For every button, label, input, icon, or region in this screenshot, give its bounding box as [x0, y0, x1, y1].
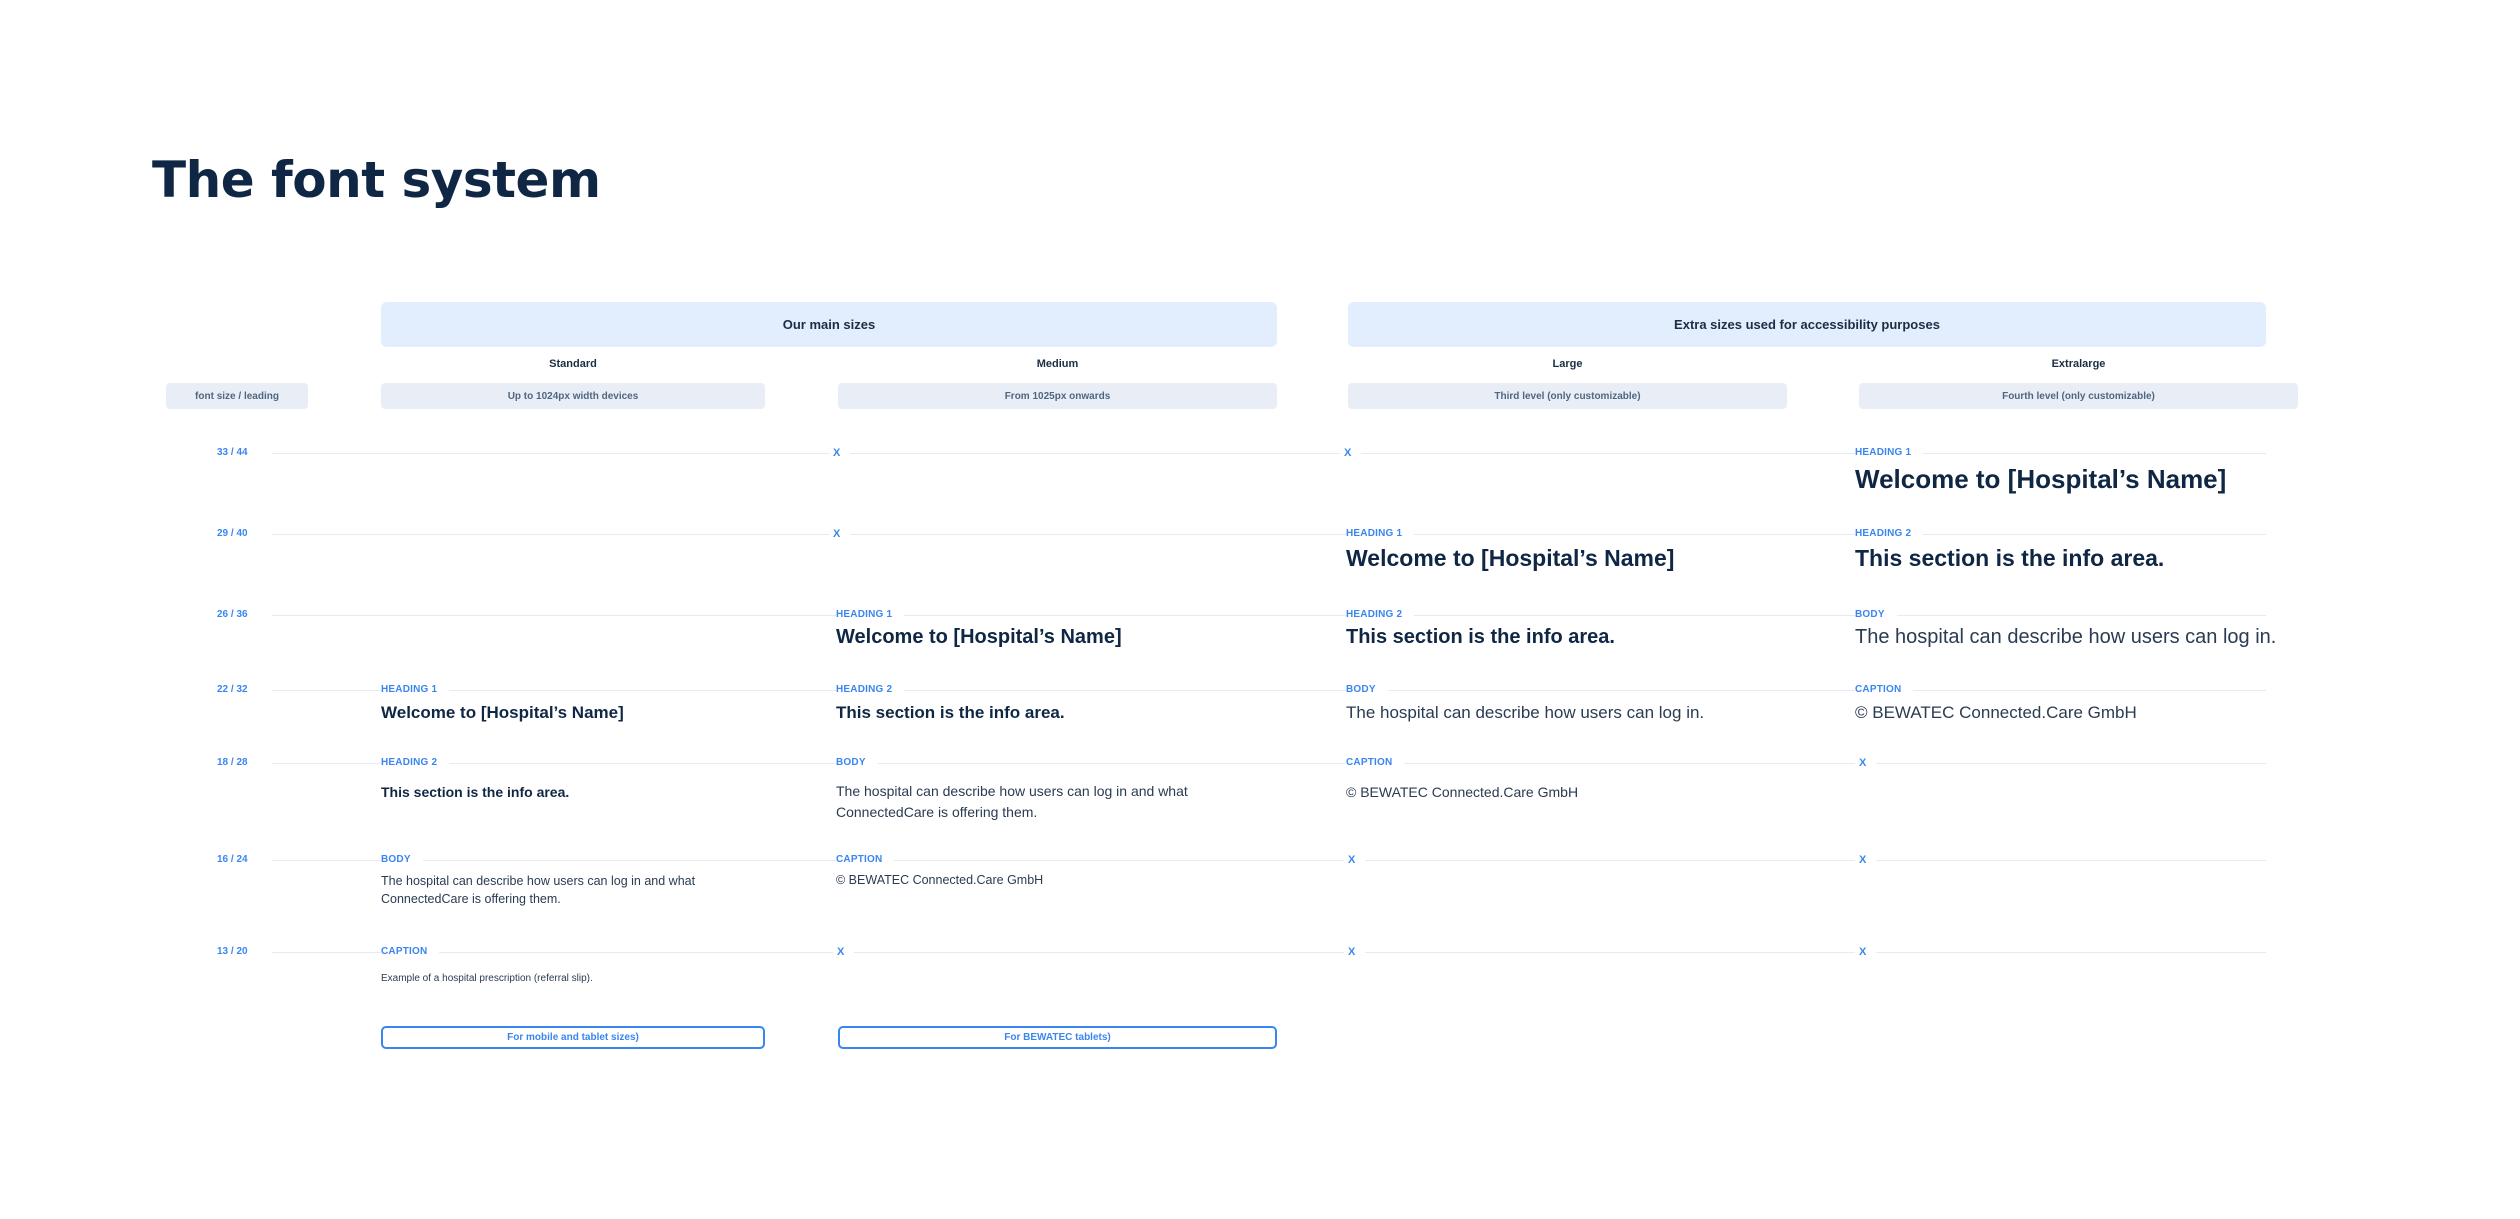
tag-caption: CAPTION [1855, 684, 1914, 696]
group-header-extra: Extra sizes used for accessibility purpo… [1348, 302, 2266, 347]
tag-heading-1: HEADING 1 [381, 684, 450, 696]
empty-marker: X [1340, 447, 1362, 459]
column-title-medium: Medium [1036, 358, 1079, 370]
bewatec-tablets-button[interactable]: For BEWATEC tablets) [838, 1026, 1277, 1049]
sample-heading-2: This section is the info area. [381, 784, 570, 800]
row-rule-26 [272, 615, 2266, 616]
empty-marker: X [1855, 854, 1877, 866]
size-label-16: 16 / 24 [217, 854, 248, 865]
tag-heading-2: HEADING 2 [836, 684, 905, 696]
tag-caption: CAPTION [836, 854, 895, 866]
tag-body: BODY [1346, 684, 1388, 696]
tag-heading-1: HEADING 1 [1855, 447, 1924, 459]
sample-heading-2: This section is the info area. [836, 703, 1065, 722]
empty-marker: X [1855, 946, 1877, 958]
empty-marker: X [829, 447, 851, 459]
sample-body: The hospital can describe how users can … [1855, 626, 2277, 648]
column-title-extralarge: Extralarge [2051, 358, 2106, 370]
sample-caption: © BEWATEC Connected.Care GmbH [1855, 703, 2137, 722]
sample-caption: © BEWATEC Connected.Care GmbH [836, 873, 1044, 887]
tag-heading-1: HEADING 1 [1346, 528, 1415, 540]
column-title-large: Large [1552, 358, 1583, 370]
sample-heading-2: This section is the info area. [1346, 626, 1615, 648]
sample-body: The hospital can describe how users can … [836, 783, 1188, 820]
size-label-33: 33 / 44 [217, 447, 248, 458]
sample-heading-1: Welcome to [Hospital’s Name] [1855, 464, 2227, 494]
sample-heading-1: Welcome to [Hospital’s Name] [1346, 545, 1675, 571]
sample-body: The hospital can describe how users can … [1346, 703, 1705, 722]
size-label-29: 29 / 40 [217, 528, 248, 539]
mobile-tablet-sizes-button[interactable]: For mobile and tablet sizes) [381, 1026, 765, 1049]
empty-marker: X [833, 946, 855, 958]
sample-caption: © BEWATEC Connected.Care GmbH [1346, 784, 1579, 800]
tag-heading-2: HEADING 2 [1346, 609, 1415, 621]
tag-heading-2: HEADING 2 [1855, 528, 1924, 540]
group-header-main: Our main sizes [381, 302, 1277, 347]
column-subtitle-medium: From 1025px onwards [838, 383, 1277, 409]
column-subtitle-extralarge: Fourth level (only customizable) [1859, 383, 2298, 409]
empty-marker: X [829, 528, 851, 540]
size-label-18: 18 / 28 [217, 757, 248, 768]
tag-heading-1: HEADING 1 [836, 609, 905, 621]
row-rule-29 [272, 534, 2266, 535]
sample-caption: Example of a hospital prescription (refe… [381, 973, 593, 984]
tag-heading-2: HEADING 2 [381, 757, 450, 769]
empty-marker: X [1344, 854, 1366, 866]
row-header-label: font size / leading [166, 383, 308, 409]
size-label-13: 13 / 20 [217, 946, 248, 957]
row-rule-22 [272, 690, 2266, 691]
sample-heading-2: This section is the info area. [1855, 545, 2165, 571]
tag-body: BODY [836, 757, 878, 769]
row-rule-18 [272, 763, 2266, 764]
tag-body: BODY [1855, 609, 1897, 621]
page-title: The font system [152, 151, 601, 209]
tag-body: BODY [381, 854, 423, 866]
sample-body: The hospital can describe how users can … [381, 874, 696, 906]
tag-caption: CAPTION [1346, 757, 1405, 769]
sample-heading-1: Welcome to [Hospital’s Name] [381, 703, 624, 722]
size-label-22: 22 / 32 [217, 684, 248, 695]
size-label-26: 26 / 36 [217, 609, 248, 620]
row-rule-16 [272, 860, 2266, 861]
column-subtitle-standard: Up to 1024px width devices [381, 383, 765, 409]
sample-heading-1: Welcome to [Hospital’s Name] [836, 626, 1122, 648]
column-title-standard: Standard [549, 358, 597, 370]
tag-caption: CAPTION [381, 946, 440, 958]
row-rule-13 [272, 952, 2266, 953]
row-rule-33 [272, 453, 2266, 454]
column-subtitle-large: Third level (only customizable) [1348, 383, 1787, 409]
empty-marker: X [1855, 757, 1877, 769]
empty-marker: X [1344, 946, 1366, 958]
